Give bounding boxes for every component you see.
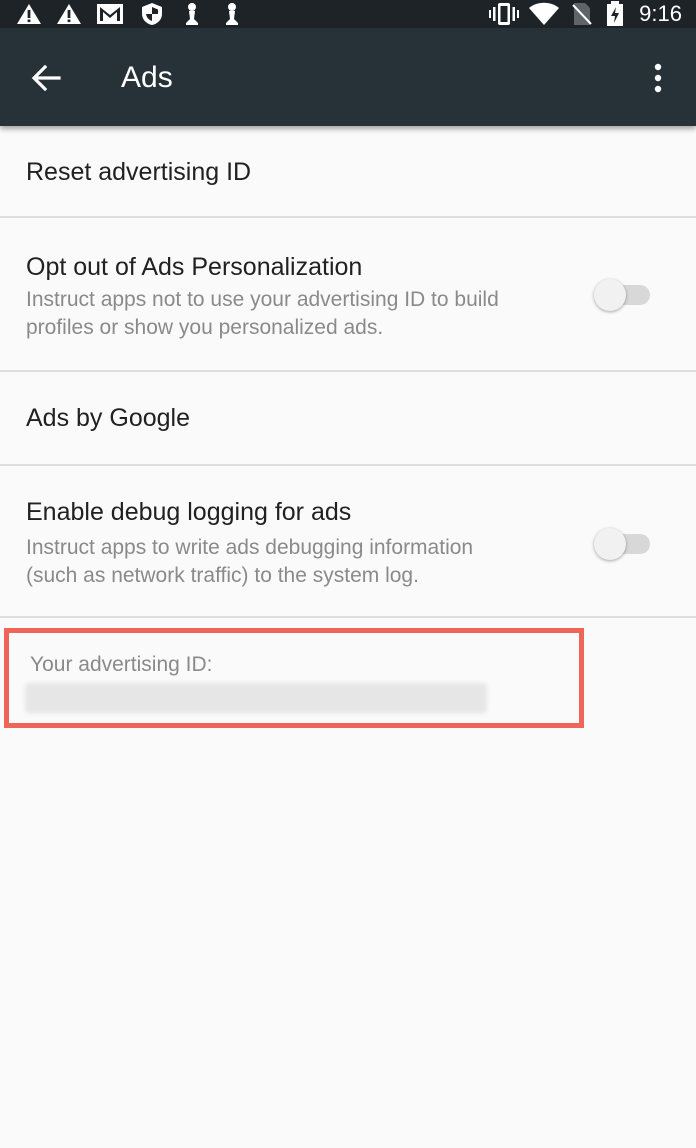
settings-list: Reset advertising ID Opt out of Ads Pers… [0,126,696,618]
warning-icon [14,0,44,28]
shield-icon [138,0,166,28]
more-vert-icon [654,63,662,93]
reset-advertising-id-item[interactable]: Reset advertising ID [0,126,696,218]
opt-out-personalization-title: Opt out of Ads Personalization [26,253,363,281]
toggle-thumb [594,279,626,311]
advertising-id-highlight: Your advertising ID: [4,628,584,728]
opt-out-personalization-toggle[interactable] [594,272,652,312]
reset-advertising-id-title: Reset advertising ID [26,158,252,186]
page-title: Ads [121,61,173,94]
debug-logging-toggle[interactable] [594,521,652,561]
warning-icon [54,0,84,28]
opt-out-personalization-summary-2: profiles or show you personalized ads. [26,316,384,339]
ads-by-google-item[interactable]: Ads by Google [0,372,696,466]
ads-by-google-title: Ads by Google [26,404,190,432]
advertising-id-value-redacted [25,683,487,713]
wifi-icon [528,0,560,28]
vibrate-icon [488,0,520,28]
toggle-thumb [594,528,626,560]
chess-pawn-icon [180,0,204,28]
opt-out-personalization-summary-1: Instruct apps not to use your advertisin… [26,288,499,311]
status-bar: 9:16 [0,0,696,28]
debug-logging-item[interactable]: Enable debug logging for ads Instruct ap… [0,466,696,618]
arrow-back-icon [31,64,61,92]
chess-pawn-icon [220,0,244,28]
battery-icon [604,0,626,28]
status-time: 9:16 [639,1,682,26]
overflow-menu-button[interactable] [640,58,676,98]
advertising-id-label: Your advertising ID: [30,653,213,676]
debug-logging-summary-2: (such as network traffic) to the system … [26,564,419,587]
debug-logging-summary-1: Instruct apps to write ads debugging inf… [26,536,474,559]
app-bar: Ads [0,28,696,126]
back-button[interactable] [22,58,70,98]
debug-logging-title: Enable debug logging for ads [26,498,352,526]
opt-out-personalization-item[interactable]: Opt out of Ads Personalization Instruct … [0,218,696,372]
gmail-icon [94,0,126,28]
no-sim-icon [570,0,594,28]
